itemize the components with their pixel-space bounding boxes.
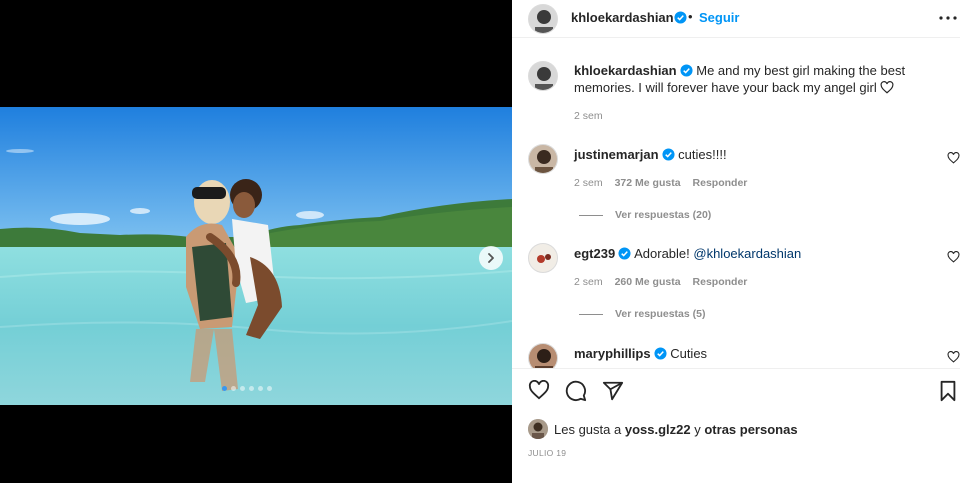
comment-like-count[interactable]: 372 Me gusta: [615, 177, 681, 189]
caption-time: 2 sem: [574, 110, 603, 122]
view-replies-label: Ver respuestas (20): [615, 209, 712, 221]
comment-icon[interactable]: [565, 380, 587, 402]
bookmark-icon[interactable]: [938, 380, 958, 402]
post-action-bar: [512, 370, 960, 410]
instagram-post-view: khloekardashian • Seguir khloekardashian…: [0, 0, 960, 483]
verified-badge-icon: [618, 247, 631, 260]
verified-badge-icon: [680, 64, 693, 77]
view-replies-button[interactable]: Ver respuestas (20): [579, 209, 711, 221]
verified-badge-icon: [654, 347, 667, 360]
comment-text-row: egt239 Adorable! @khloekardashian: [574, 245, 801, 262]
comment-meta: 2 sem 260 Me gusta Responder: [574, 276, 747, 288]
reply-button[interactable]: Responder: [693, 177, 748, 189]
carousel-dot: [267, 386, 272, 391]
comment-like-icon[interactable]: [947, 251, 960, 263]
post-media: [0, 0, 512, 483]
heart-icon[interactable]: [528, 380, 550, 400]
share-icon[interactable]: [602, 380, 624, 402]
comment-mention-link[interactable]: @khloekardashian: [693, 246, 801, 261]
follow-button[interactable]: Seguir: [699, 10, 739, 25]
actions-divider: [512, 368, 960, 369]
comment-text-row: maryphillips Cuties: [574, 345, 707, 362]
post-header: khloekardashian • Seguir: [512, 0, 960, 36]
carousel-dot: [240, 386, 245, 391]
view-replies-button[interactable]: Ver respuestas (5): [579, 308, 705, 320]
carousel-dot: [231, 386, 236, 391]
comment-avatar[interactable]: [528, 144, 558, 174]
carousel-indicator: [222, 386, 272, 391]
reply-button[interactable]: Responder: [693, 276, 748, 288]
chevron-right-icon: [488, 253, 494, 263]
post-photo: [0, 107, 512, 405]
comment-avatar[interactable]: [528, 243, 558, 273]
liker-username[interactable]: yoss.glz22: [625, 422, 691, 437]
likes-prefix: Les gusta a: [554, 421, 622, 437]
comment-time: 2 sem: [574, 177, 603, 189]
comment-like-count[interactable]: 260 Me gusta: [615, 276, 681, 288]
comment-avatar[interactable]: [528, 343, 558, 368]
carousel-dot: [222, 386, 227, 391]
comment-body: Adorable!: [634, 246, 694, 261]
verified-badge-icon: [661, 148, 675, 161]
likes-joiner: y: [694, 421, 701, 437]
comment-body: cuties!!!!: [678, 147, 727, 162]
comment-like-icon[interactable]: [947, 152, 960, 164]
view-replies-label: Ver respuestas (5): [615, 308, 706, 320]
comment-partial: maryphillips Cuties: [512, 340, 960, 368]
header-separator: •: [688, 9, 693, 24]
more-icon[interactable]: [938, 10, 958, 26]
carousel-dot: [249, 386, 254, 391]
post-date[interactable]: JULIO 19: [528, 448, 566, 458]
header-divider: [512, 37, 960, 38]
carousel-next-button[interactable]: [479, 246, 503, 270]
comment-username[interactable]: justinemarjan: [574, 147, 659, 162]
comment-body: Cuties: [670, 346, 708, 361]
comment-time: 2 sem: [574, 276, 603, 288]
caption-username[interactable]: khloekardashian: [574, 63, 677, 78]
post-side-panel: khloekardashian • Seguir khloekardashian…: [512, 0, 960, 483]
comment-username[interactable]: egt239: [574, 246, 615, 261]
liker-avatar[interactable]: [528, 419, 548, 439]
post-caption: khloekardashian Me and my best girl maki…: [574, 62, 934, 96]
author-username[interactable]: khloekardashian: [571, 10, 674, 25]
caption-avatar[interactable]: [528, 61, 558, 91]
verified-badge-icon: [674, 11, 687, 24]
comment-text-row: justinemarjan cuties!!!!: [574, 146, 727, 163]
replies-line: [579, 214, 603, 216]
carousel-dot: [258, 386, 263, 391]
replies-line: [579, 313, 603, 315]
photo-beach-scene: [0, 107, 512, 405]
comment-username[interactable]: maryphillips: [574, 346, 651, 361]
comment-like-icon[interactable]: [947, 351, 960, 363]
author-avatar[interactable]: [528, 4, 558, 34]
comment-meta: 2 sem 372 Me gusta Responder: [574, 177, 747, 189]
likes-summary: Les gusta a yoss.glz22 y otras personas: [528, 419, 798, 439]
heart-emoji-icon: [880, 81, 894, 94]
likes-others-link[interactable]: otras personas: [704, 422, 797, 437]
